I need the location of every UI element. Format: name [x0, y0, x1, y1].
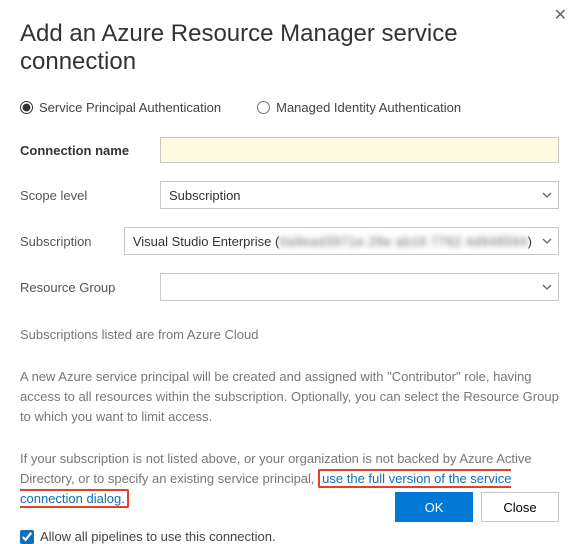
connection-name-input[interactable]	[160, 137, 559, 163]
radio-managed-identity[interactable]: Managed Identity Authentication	[257, 100, 461, 115]
radio-service-principal[interactable]: Service Principal Authentication	[20, 100, 221, 115]
subscription-select[interactable]: Visual Studio Enterprise ( 0a9ead3971e 2…	[124, 227, 559, 255]
resource-group-select[interactable]	[160, 273, 559, 301]
scope-level-select[interactable]: Subscription	[160, 181, 559, 209]
radio-service-principal-input[interactable]	[20, 101, 33, 114]
subscription-value-prefix: Visual Studio Enterprise (	[133, 234, 279, 249]
ok-button[interactable]: OK	[395, 492, 473, 522]
close-icon[interactable]: ✕	[554, 8, 567, 24]
close-button[interactable]: Close	[481, 492, 559, 522]
radio-managed-identity-input[interactable]	[257, 101, 270, 114]
allow-all-checkbox[interactable]	[20, 530, 34, 544]
subscription-label: Subscription	[20, 234, 124, 249]
principal-info-text: A new Azure service principal will be cr…	[20, 367, 559, 427]
subscription-value-suffix: )	[528, 234, 532, 249]
radio-managed-identity-label: Managed Identity Authentication	[276, 100, 461, 115]
radio-service-principal-label: Service Principal Authentication	[39, 100, 221, 115]
allow-all-label: Allow all pipelines to use this connecti…	[40, 529, 276, 544]
subscription-value-obscured: 0a9ead3971e 29e ab19 7762 4d948594	[279, 234, 527, 249]
dialog-title: Add an Azure Resource Manager service co…	[20, 20, 559, 76]
connection-name-label: Connection name	[20, 143, 160, 158]
scope-level-label: Scope level	[20, 188, 160, 203]
resource-group-label: Resource Group	[20, 280, 160, 295]
dialog-buttons: OK Close	[395, 492, 559, 522]
cloud-info-text: Subscriptions listed are from Azure Clou…	[20, 325, 559, 345]
auth-radio-group: Service Principal Authentication Managed…	[20, 100, 559, 115]
allow-all-checkbox-row[interactable]: Allow all pipelines to use this connecti…	[20, 529, 559, 544]
scope-level-value: Subscription	[169, 188, 241, 203]
